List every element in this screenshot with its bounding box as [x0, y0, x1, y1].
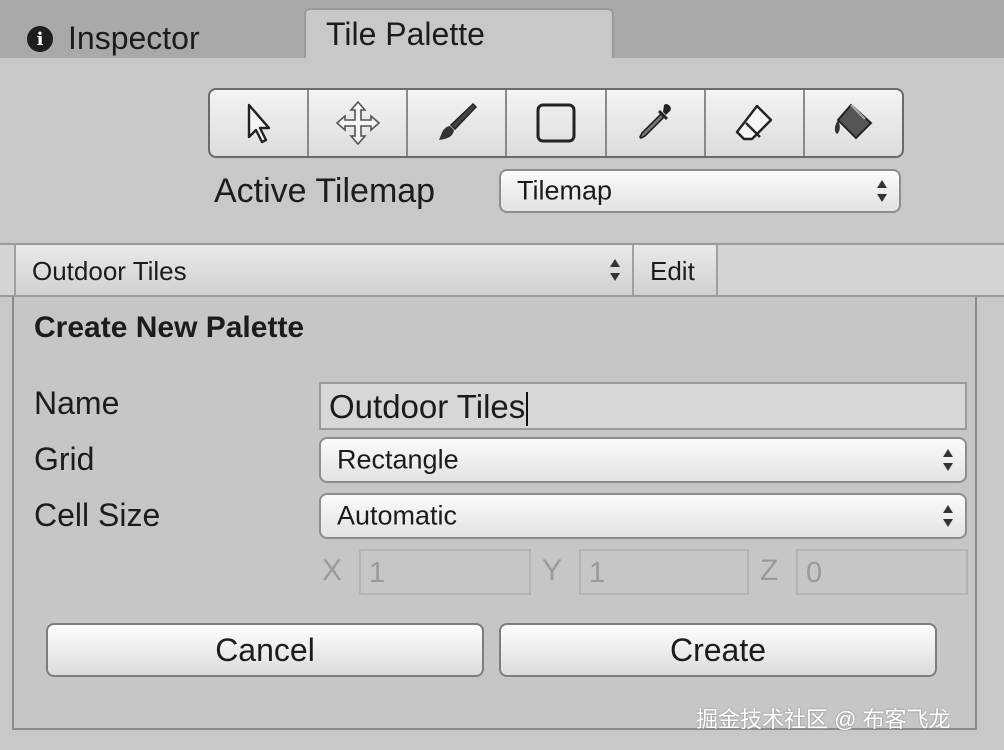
- name-label: Name: [34, 385, 120, 421]
- tab-tile-palette[interactable]: Tile Palette: [304, 8, 614, 62]
- edit-palette-label: Edit: [650, 256, 695, 286]
- cell-size-x-value: 1: [369, 557, 386, 589]
- x-label: X: [322, 554, 343, 587]
- palette-bar: Outdoor Tiles Edit: [0, 243, 1004, 297]
- eyedropper-icon: [639, 104, 671, 139]
- dropdown-arrows-icon: [877, 180, 887, 202]
- create-label: Create: [669, 631, 767, 668]
- pick-tool-button[interactable]: [607, 90, 706, 156]
- dropdown-arrows-icon: [610, 259, 620, 281]
- move-arrows-icon: [335, 100, 380, 146]
- z-label: Z: [760, 554, 779, 587]
- palette-name-value: Outdoor Tiles: [329, 388, 529, 427]
- info-icon: i: [27, 26, 53, 52]
- tab-inspector[interactable]: i Inspector: [0, 6, 300, 58]
- grid-label: Grid: [34, 441, 95, 477]
- select-tool-button[interactable]: [210, 90, 310, 156]
- erase-tool-button[interactable]: [706, 90, 805, 156]
- dropdown-arrows-icon: [943, 505, 953, 527]
- paintbrush-icon: [438, 102, 477, 140]
- palette-dropdown[interactable]: Outdoor Tiles: [14, 245, 634, 295]
- cell-size-y-field[interactable]: 1: [579, 549, 749, 595]
- create-button[interactable]: Create: [499, 623, 937, 677]
- cell-size-x-field[interactable]: 1: [359, 549, 531, 595]
- cell-size-value: Automatic: [337, 500, 458, 531]
- box-fill-tool-button[interactable]: [507, 90, 607, 156]
- flood-fill-tool-button[interactable]: [805, 90, 902, 156]
- text-caret: [526, 392, 529, 427]
- cell-size-z-field[interactable]: 0: [796, 549, 968, 595]
- square-icon: [536, 103, 576, 143]
- active-tilemap-label: Active Tilemap: [214, 172, 436, 210]
- active-tilemap-dropdown[interactable]: Tilemap: [499, 169, 901, 213]
- eraser-icon: [736, 104, 773, 141]
- cell-size-z-value: 0: [806, 557, 823, 589]
- active-tilemap-value: Tilemap: [517, 175, 613, 206]
- watermark: 掘金技术社区 @ 布客飞龙: [696, 707, 951, 732]
- grid-dropdown[interactable]: Rectangle: [319, 437, 967, 483]
- tab-inspector-label: Inspector: [68, 20, 200, 56]
- cancel-label: Cancel: [215, 631, 315, 668]
- move-tool-button[interactable]: [309, 90, 409, 156]
- cancel-button[interactable]: Cancel: [46, 623, 484, 677]
- paint-tool-button[interactable]: [408, 90, 508, 156]
- palette-dropdown-value: Outdoor Tiles: [32, 256, 187, 286]
- tool-strip: [208, 88, 904, 158]
- create-palette-panel: Create New Palette Name Outdoor Tiles Gr…: [12, 297, 977, 730]
- arrow-cursor-icon: [247, 103, 270, 144]
- cell-size-label: Cell Size: [34, 497, 161, 533]
- tab-tile-palette-label: Tile Palette: [326, 16, 485, 52]
- create-palette-title: Create New Palette: [34, 311, 305, 344]
- cell-size-dropdown[interactable]: Automatic: [319, 493, 967, 539]
- paint-bucket-icon: [835, 103, 873, 140]
- dropdown-arrows-icon: [943, 449, 953, 471]
- cell-size-y-value: 1: [589, 557, 606, 589]
- edit-palette-button[interactable]: Edit: [634, 245, 718, 295]
- tab-bar: i Inspector Tile Palette: [0, 0, 1004, 62]
- palette-name-input[interactable]: Outdoor Tiles: [319, 382, 967, 430]
- y-label: Y: [542, 554, 563, 587]
- grid-value: Rectangle: [337, 444, 459, 475]
